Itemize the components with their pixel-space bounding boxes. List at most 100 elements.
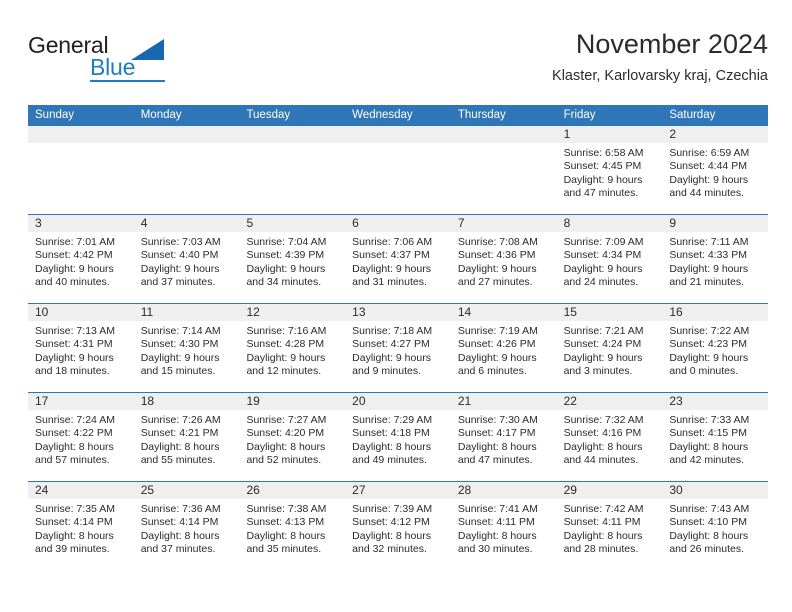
calendar-day-cell[interactable]: 29 Sunrise: 7:42 AM Sunset: 4:11 PM Dayligh… — [556, 482, 663, 570]
day-daylight-2-text: and 18 minutes. — [35, 364, 110, 377]
day-number: 21 — [450, 393, 557, 410]
calendar-day-cell[interactable]: 8 Sunrise: 7:09 AM Sunset: 4:34 PM Daylight… — [556, 215, 663, 303]
general-blue-logo[interactable]: General Blue — [28, 32, 238, 90]
calendar-day-cell[interactable]: 17 Sunrise: 7:24 AM Sunset: 4:22 PM Dayligh… — [28, 393, 134, 481]
day-daylight-1-text: Daylight: 9 hours — [352, 351, 431, 364]
calendar-day-cell[interactable]: 27 Sunrise: 7:39 AM Sunset: 4:12 PM Dayligh… — [345, 482, 451, 570]
day-number: 20 — [345, 393, 451, 410]
calendar-day-cell[interactable]: 2 Sunrise: 6:59 AM Sunset: 4:44 PM Daylight… — [662, 126, 769, 214]
day-number: 18 — [133, 393, 240, 410]
calendar-day-cell[interactable]: 22 Sunrise: 7:32 AM Sunset: 4:16 PM Dayligh… — [556, 393, 663, 481]
day-sunset-text: Sunset: 4:23 PM — [669, 338, 747, 351]
week-days: 3 Sunrise: 7:01 AM Sunset: 4:42 PM Daylight… — [28, 215, 769, 303]
calendar-day-cell[interactable]: 3 Sunrise: 7:01 AM Sunset: 4:42 PM Daylight… — [28, 215, 134, 303]
day-sunset-text: Sunset: 4:15 PM — [669, 427, 747, 440]
calendar-week-row: 10 Sunrise: 7:13 AM Sunset: 4:31 PM Dayligh… — [28, 303, 769, 392]
day-sunrise-text: Sunrise: 7:32 AM — [563, 414, 644, 426]
calendar-day-cell[interactable]: 10 Sunrise: 7:13 AM Sunset: 4:31 PM Dayligh… — [28, 304, 134, 392]
calendar-day-cell[interactable]: 18 Sunrise: 7:26 AM Sunset: 4:21 PM Dayligh… — [133, 393, 240, 481]
calendar-day-cell[interactable]: 23 Sunrise: 7:33 AM Sunset: 4:15 PM Dayligh… — [662, 393, 769, 481]
calendar-day-cell[interactable]: 19 Sunrise: 7:27 AM Sunset: 4:20 PM Dayligh… — [239, 393, 346, 481]
calendar-page: General Blue November 2024 Klaster, Karl… — [0, 0, 792, 612]
day-number: 8 — [556, 215, 663, 232]
day-daylight-1-text: Daylight: 8 hours — [563, 529, 643, 542]
calendar-day-cell[interactable]: 28 Sunrise: 7:41 AM Sunset: 4:11 PM Dayligh… — [450, 482, 557, 570]
day-daylight-2-text: and 27 minutes. — [457, 275, 533, 288]
day-daylight-1-text: Daylight: 8 hours — [669, 529, 749, 542]
day-number: 1 — [556, 126, 663, 143]
day-details — [134, 143, 240, 147]
day-daylight-1-text: Daylight: 9 hours — [669, 351, 749, 364]
calendar-day-cell[interactable]: 26 Sunrise: 7:38 AM Sunset: 4:13 PM Dayligh… — [239, 482, 346, 570]
calendar-day-cell[interactable]: 21 Sunrise: 7:30 AM Sunset: 4:17 PM Dayligh… — [450, 393, 557, 481]
calendar-week-row: 24 Sunrise: 7:35 AM Sunset: 4:14 PM Dayligh… — [28, 481, 769, 570]
day-sunset-text: Sunset: 4:20 PM — [246, 427, 325, 440]
day-daylight-1-text: Daylight: 9 hours — [246, 262, 326, 275]
day-number: 16 — [662, 304, 769, 321]
day-daylight-2-text: and 49 minutes. — [352, 453, 427, 466]
calendar-day-cell[interactable]: 20 Sunrise: 7:29 AM Sunset: 4:18 PM Dayligh… — [345, 393, 451, 481]
day-daylight-2-text: and 26 minutes. — [669, 542, 745, 555]
page-subtitle: Klaster, Karlovarsky kraj, Czechia — [552, 68, 768, 84]
day-daylight-1-text: Daylight: 9 hours — [669, 173, 749, 186]
day-details: Sunrise: 7:04 AM Sunset: 4:39 PM Daylight:… — [239, 232, 345, 289]
day-number — [239, 126, 346, 143]
week-days: 1 Sunrise: 6:58 AM Sunset: 4:45 PM Daylight… — [28, 126, 769, 214]
calendar-day-cell[interactable]: 30 Sunrise: 7:43 AM Sunset: 4:10 PM Dayligh… — [662, 482, 769, 570]
day-sunrise-text: Sunrise: 7:14 AM — [140, 325, 221, 337]
calendar-day-cell[interactable]: 25 Sunrise: 7:36 AM Sunset: 4:14 PM Dayligh… — [133, 482, 240, 570]
calendar-week-row: 3 Sunrise: 7:01 AM Sunset: 4:42 PM Daylight… — [28, 214, 769, 303]
day-sunrise-text: Sunrise: 7:11 AM — [669, 236, 749, 248]
calendar-day-cell[interactable]: 12 Sunrise: 7:16 AM Sunset: 4:28 PM Dayligh… — [239, 304, 346, 392]
weekday-header-thursday: Thursday — [457, 109, 506, 121]
calendar-day-cell[interactable]: 14 Sunrise: 7:19 AM Sunset: 4:26 PM Dayligh… — [450, 304, 557, 392]
day-details: Sunrise: 7:21 AM Sunset: 4:24 PM Daylight:… — [557, 321, 663, 378]
calendar-day-cell-empty — [450, 126, 557, 214]
day-details: Sunrise: 7:26 AM Sunset: 4:21 PM Daylight:… — [134, 410, 240, 467]
calendar-day-cell[interactable]: 13 Sunrise: 7:18 AM Sunset: 4:27 PM Dayligh… — [345, 304, 451, 392]
day-details: Sunrise: 7:39 AM Sunset: 4:12 PM Daylight:… — [345, 499, 451, 556]
calendar-day-cell[interactable]: 6 Sunrise: 7:06 AM Sunset: 4:37 PM Daylight… — [345, 215, 451, 303]
day-details: Sunrise: 7:16 AM Sunset: 4:28 PM Daylight:… — [239, 321, 345, 378]
calendar-day-cell[interactable]: 16 Sunrise: 7:22 AM Sunset: 4:23 PM Dayligh… — [662, 304, 769, 392]
day-sunrise-text: Sunrise: 7:06 AM — [352, 236, 433, 248]
day-details: Sunrise: 7:14 AM Sunset: 4:30 PM Daylight:… — [134, 321, 240, 378]
calendar-day-cell[interactable]: 5 Sunrise: 7:04 AM Sunset: 4:39 PM Daylight… — [239, 215, 346, 303]
weekday-header-row: Sunday Monday Tuesday Wednesday Thursday Frid… — [28, 105, 768, 126]
week-days: 24 Sunrise: 7:35 AM Sunset: 4:14 PM Dayligh… — [28, 482, 769, 570]
day-daylight-2-text: and 37 minutes. — [140, 275, 216, 288]
day-sunset-text: Sunset: 4:36 PM — [457, 249, 536, 262]
calendar-day-cell[interactable]: 15 Sunrise: 7:21 AM Sunset: 4:24 PM Dayligh… — [556, 304, 663, 392]
calendar-day-cell[interactable]: 4 Sunrise: 7:03 AM Sunset: 4:40 PM Daylight… — [133, 215, 240, 303]
day-number: 15 — [556, 304, 663, 321]
day-number: 7 — [450, 215, 557, 232]
day-number — [450, 126, 557, 143]
day-sunset-text: Sunset: 4:17 PM — [457, 427, 536, 440]
day-number: 10 — [28, 304, 134, 321]
day-sunrise-text: Sunrise: 7:04 AM — [246, 236, 327, 248]
day-details: Sunrise: 7:38 AM Sunset: 4:13 PM Daylight:… — [239, 499, 345, 556]
day-number — [345, 126, 451, 143]
day-sunrise-text: Sunrise: 7:26 AM — [140, 414, 221, 426]
calendar-day-cell[interactable]: 9 Sunrise: 7:11 AM Sunset: 4:33 PM Daylight… — [662, 215, 769, 303]
day-number: 30 — [662, 482, 769, 499]
day-sunrise-text: Sunrise: 7:22 AM — [669, 325, 750, 337]
day-number: 24 — [28, 482, 134, 499]
day-daylight-1-text: Daylight: 8 hours — [457, 440, 537, 453]
day-sunset-text: Sunset: 4:13 PM — [246, 516, 325, 529]
calendar-day-cell[interactable]: 24 Sunrise: 7:35 AM Sunset: 4:14 PM Dayligh… — [28, 482, 134, 570]
weekday-header-saturday: Saturday — [669, 109, 716, 121]
day-sunset-text: Sunset: 4:40 PM — [140, 249, 219, 262]
day-sunset-text: Sunset: 4:14 PM — [35, 516, 113, 529]
day-sunrise-text: Sunrise: 7:09 AM — [563, 236, 644, 248]
day-details — [451, 143, 557, 147]
day-details: Sunrise: 7:11 AM Sunset: 4:33 PM Daylight:… — [662, 232, 768, 289]
day-daylight-2-text: and 6 minutes. — [457, 364, 527, 377]
day-daylight-2-text: and 30 minutes. — [457, 542, 533, 555]
calendar-day-cell[interactable]: 1 Sunrise: 6:58 AM Sunset: 4:45 PM Daylight… — [556, 126, 663, 214]
day-daylight-1-text: Daylight: 9 hours — [352, 262, 431, 275]
calendar-day-cell[interactable]: 11 Sunrise: 7:14 AM Sunset: 4:30 PM Dayligh… — [133, 304, 240, 392]
day-details: Sunrise: 7:18 AM Sunset: 4:27 PM Daylight:… — [345, 321, 451, 378]
day-details: Sunrise: 7:08 AM Sunset: 4:36 PM Daylight:… — [451, 232, 557, 289]
calendar-day-cell[interactable]: 7 Sunrise: 7:08 AM Sunset: 4:36 PM Daylight… — [450, 215, 557, 303]
